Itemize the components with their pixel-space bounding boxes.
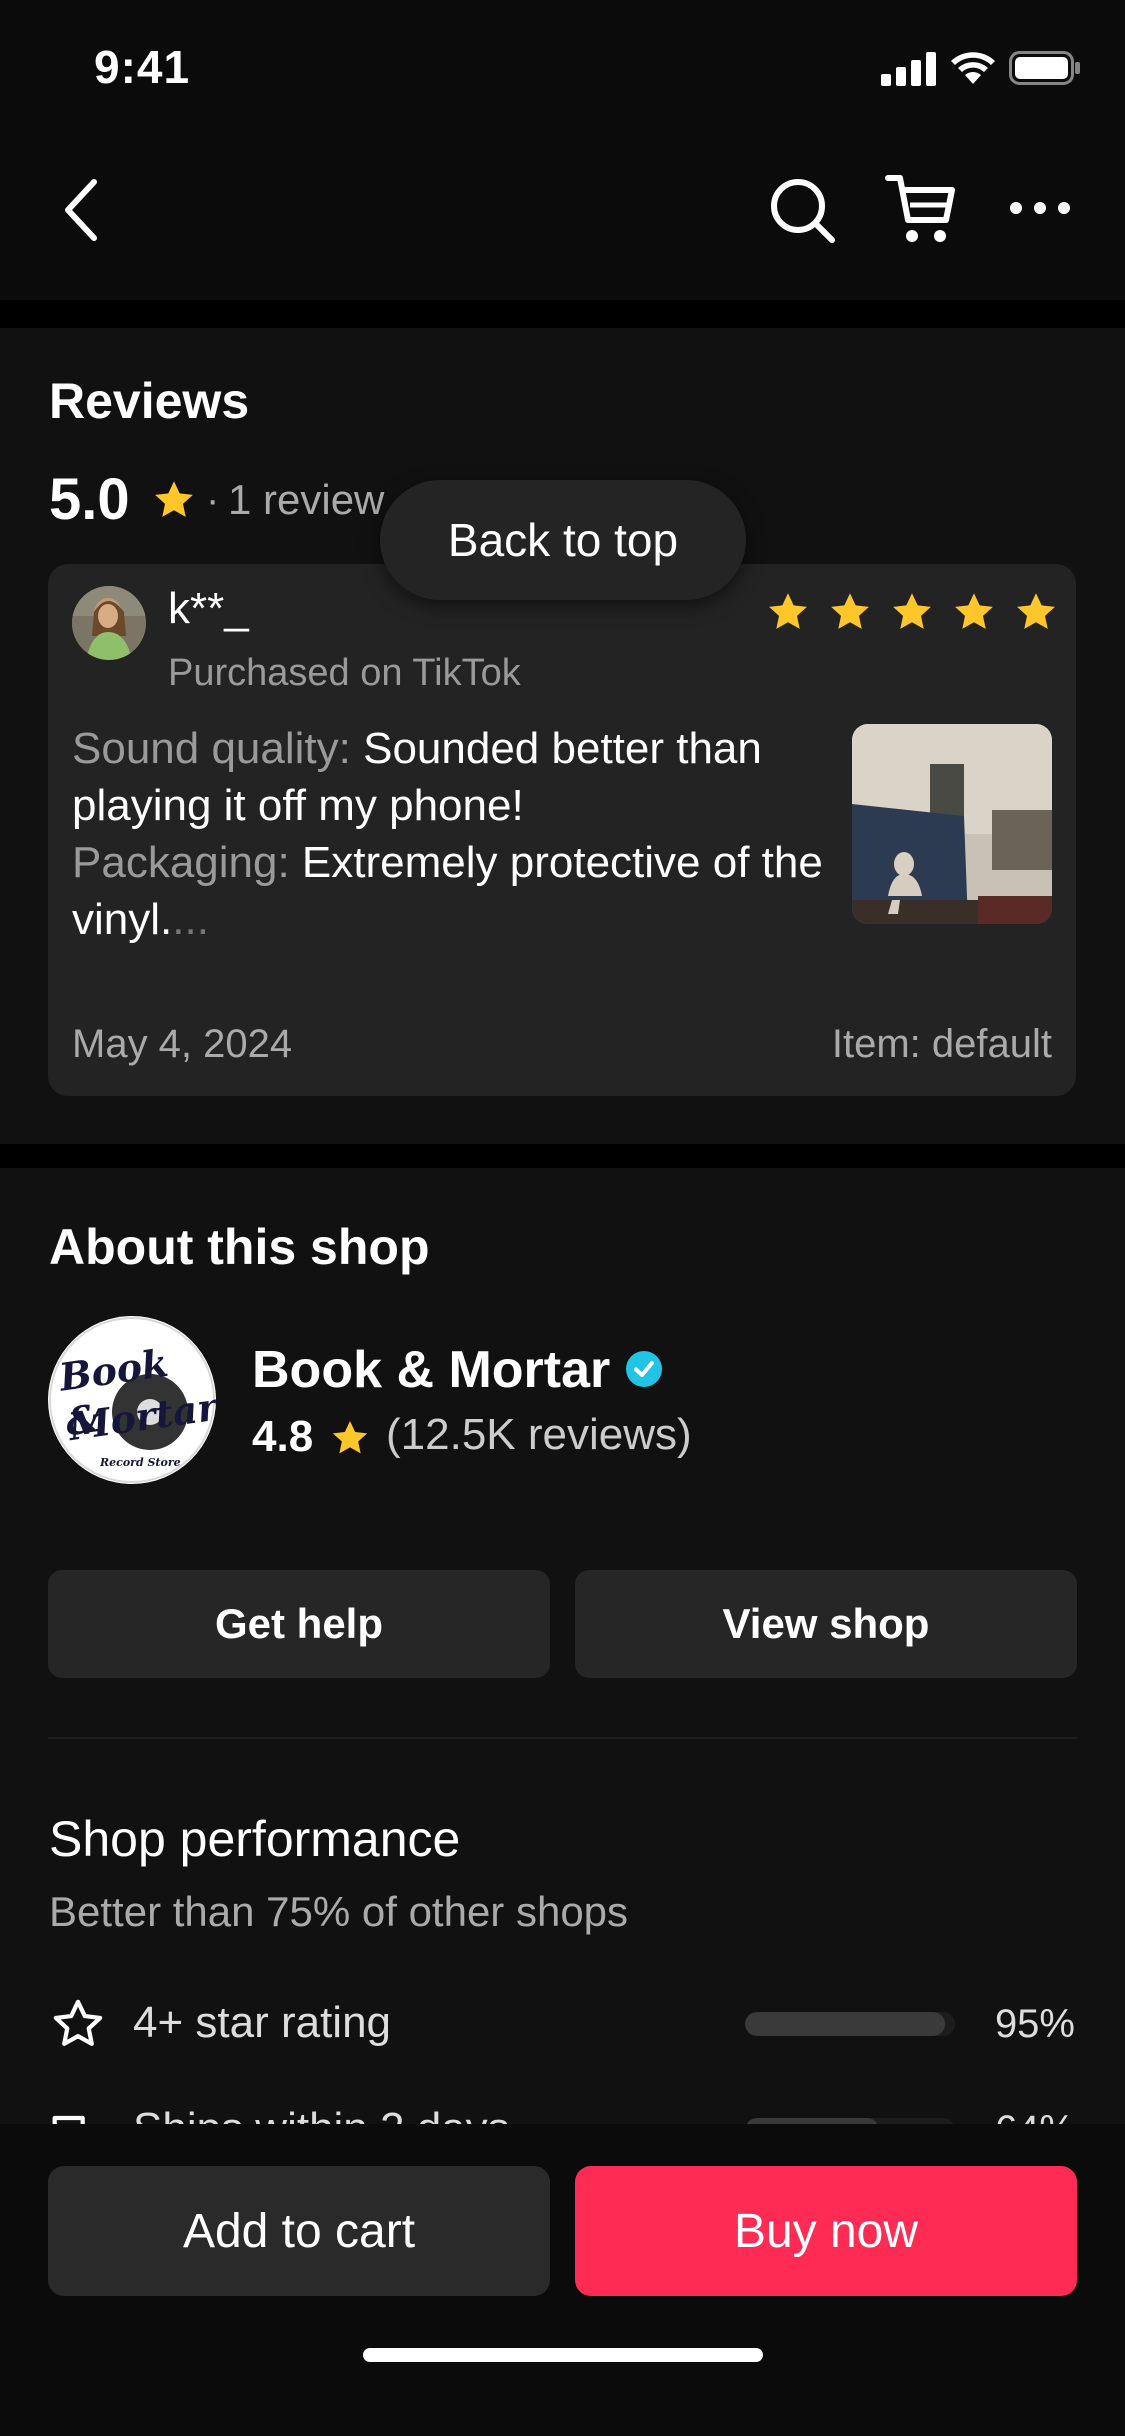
shop-name[interactable]: Book & Mortar	[252, 1340, 610, 1400]
review-ellipsis: ...	[172, 895, 209, 944]
star-icon	[769, 593, 807, 629]
shop-rating: 4.8	[252, 1412, 314, 1461]
shop-performance-subtitle: Better than 75% of other shops	[49, 1888, 629, 1935]
cellular-signal-icon	[881, 52, 936, 86]
verified-badge-icon	[626, 1351, 662, 1387]
packaging-label: Packaging:	[72, 838, 290, 887]
back-arrow-icon[interactable]	[58, 170, 108, 250]
back-to-top-button[interactable]: Back to top	[380, 480, 746, 600]
cart-icon[interactable]	[884, 166, 958, 248]
home-indicator[interactable]	[363, 2348, 763, 2362]
section-separator	[0, 300, 1125, 328]
bottom-action-bar: Add to cart Buy now	[0, 2124, 1125, 2436]
review-photo[interactable]	[852, 724, 1052, 924]
rating-separator: ·	[206, 478, 220, 522]
more-options-icon[interactable]	[1008, 188, 1072, 228]
star-icon	[332, 1421, 368, 1454]
reviewer-avatar	[72, 586, 146, 660]
review-card[interactable]: k**_ Purchased on TikTok Sound quality: …	[48, 564, 1076, 1096]
status-time: 9:41	[94, 41, 191, 93]
metric-value: 95%	[994, 2002, 1075, 2046]
star-icon	[955, 593, 993, 629]
reviews-count[interactable]: 1 review	[228, 476, 384, 524]
reviews-title: Reviews	[49, 373, 250, 429]
star-icon	[155, 481, 193, 517]
star-outline-icon	[53, 1999, 103, 2046]
review-stars	[766, 590, 1058, 634]
status-bar: 9:41	[0, 0, 1125, 140]
section-separator	[0, 1144, 1125, 1168]
shop-performance-title: Shop performance	[49, 1811, 461, 1867]
search-icon[interactable]	[768, 168, 838, 248]
reviews-average: 5.0	[49, 467, 130, 532]
battery-icon	[1009, 51, 1080, 85]
star-icon	[1017, 593, 1055, 629]
add-to-cart-button[interactable]: Add to cart	[48, 2166, 550, 2296]
star-icon	[831, 593, 869, 629]
purchased-label: Purchased on TikTok	[168, 652, 521, 694]
shop-logo-subtext: Record Store	[100, 1456, 181, 1469]
review-date: May 4, 2024	[72, 1022, 293, 1066]
view-shop-button[interactable]: View shop	[575, 1570, 1077, 1678]
wifi-icon	[951, 52, 995, 84]
top-nav	[0, 140, 1125, 300]
buy-now-button[interactable]: Buy now	[575, 2166, 1077, 2296]
metric-progress-fill	[745, 2012, 945, 2036]
review-text: Sound quality: Sounded better than playi…	[72, 720, 832, 948]
metric-label: 4+ star rating	[133, 1998, 392, 2047]
sound-quality-label: Sound quality:	[72, 724, 351, 773]
shop-review-count: (12.5K reviews)	[386, 1410, 692, 1459]
shop-logo[interactable]: Book & Mortar Record Store	[48, 1316, 216, 1484]
divider	[48, 1737, 1077, 1739]
reviewer-name: k**_	[168, 584, 249, 633]
review-item-variant: Item: default	[831, 1022, 1052, 1066]
metric-progress-bar	[745, 2012, 955, 2036]
get-help-button[interactable]: Get help	[48, 1570, 550, 1678]
star-icon	[893, 593, 931, 629]
about-shop-title: About this shop	[49, 1219, 430, 1275]
